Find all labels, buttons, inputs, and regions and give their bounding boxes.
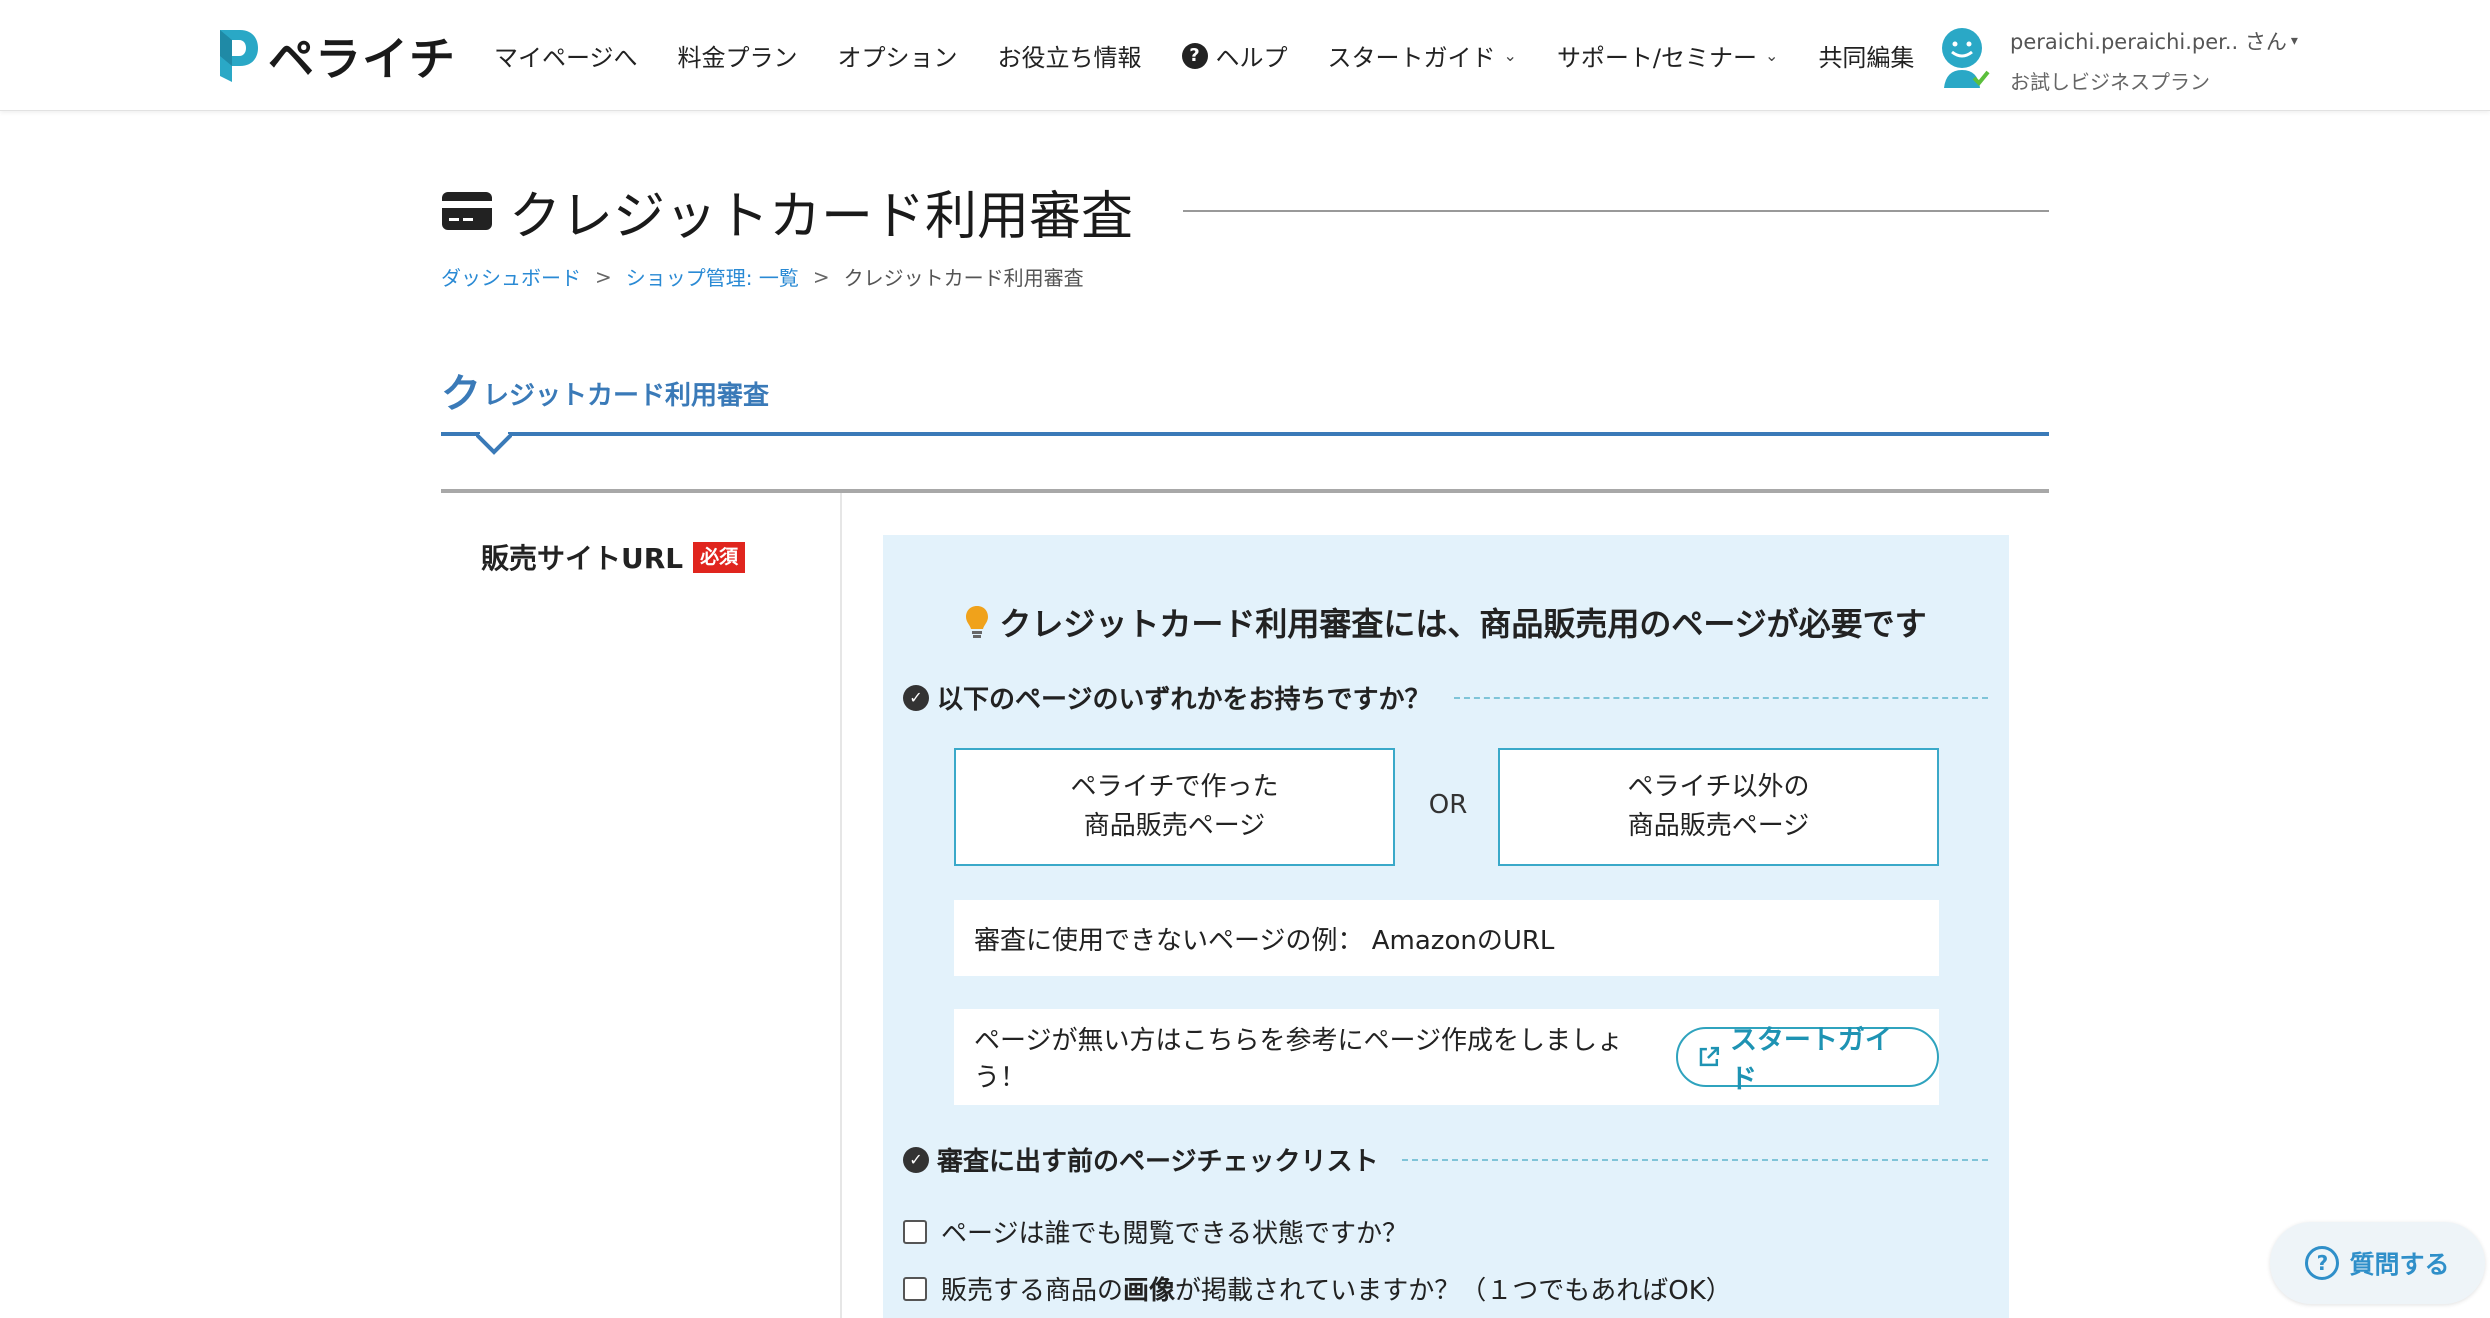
chevron-down-icon: ⌄	[1503, 46, 1517, 65]
check-circle-icon: ✓	[903, 684, 929, 711]
panel-title: クレジットカード利用審査には、商品販売用のページが必要です	[883, 599, 2009, 645]
breadcrumb-dashboard[interactable]: ダッシュボード	[441, 262, 581, 291]
nav-mypage-label: マイページへ	[494, 44, 638, 72]
page-title: クレジットカード利用審査	[509, 186, 1134, 247]
nav-help[interactable]: ? ヘルプ	[1181, 38, 1288, 73]
checkbox-public-page[interactable]	[903, 1219, 927, 1244]
start-guide-button[interactable]: スタートガイド	[1676, 1025, 1939, 1095]
credit-card-icon	[442, 192, 492, 230]
dashed-divider	[1454, 696, 1988, 699]
user-name-text: peraichi.peraichi.per.. さん	[2010, 30, 2287, 54]
nav-mypage[interactable]: マイページへ	[494, 38, 638, 73]
user-avatar-icon	[1942, 28, 1990, 88]
section-heading: ク レジットカード利用審査	[441, 364, 769, 414]
nav-start-guide-label: スタートガイド	[1327, 44, 1496, 72]
ask-question-label: 質問する	[2349, 1250, 2450, 1279]
option-2-line-2: 商品販売ページ	[1627, 811, 1810, 841]
no-page-note: ページが無い方はこちらを参考にページ作成をしましょう！ スタートガイド	[954, 1009, 1939, 1105]
question-2-text: 審査に出す前のページチェックリスト	[937, 1147, 1379, 1177]
avatar	[1936, 26, 1990, 88]
form-label-column: 販売サイトURL 必須	[441, 493, 842, 1318]
breadcrumb-shop-list[interactable]: ショップ管理: 一覧	[626, 262, 799, 291]
nav-start-guide[interactable]: スタートガイド ⌄	[1328, 38, 1517, 73]
checklist-item-1-text: ページは誰でも閲覧できる状態ですか？	[941, 1219, 1408, 1249]
ask-question-button[interactable]: ? 質問する	[2270, 1222, 2485, 1304]
lightbulb-icon	[966, 606, 989, 638]
section-heading-text: レジットカード利用審査	[483, 381, 770, 411]
breadcrumb-current: クレジットカード利用審査	[843, 266, 1084, 290]
nav-pricing[interactable]: 料金プラン	[678, 38, 798, 73]
checklist-item-2-text-b: が掲載されていますか？（１つでもあればOK）	[1175, 1276, 1732, 1306]
check-circle-icon: ✓	[903, 1146, 929, 1173]
checklist-item-2: 販売する商品の 画像 が掲載されていますか？（１つでもあればOK）	[903, 1270, 1732, 1307]
title-divider	[1183, 210, 2049, 212]
nav-support-seminar-label: サポート/セミナー	[1556, 44, 1758, 72]
dashed-divider	[1402, 1158, 1988, 1161]
nav-options[interactable]: オプション	[838, 38, 958, 73]
question-circle-icon: ?	[1181, 42, 1208, 69]
question-row-2: ✓ 審査に出す前のページチェックリスト	[903, 1141, 1988, 1178]
peraichi-logo-mark-icon	[220, 30, 258, 82]
panel-title-text: クレジットカード利用審査には、商品販売用のページが必要です	[999, 605, 1927, 643]
nav-pricing-label: 料金プラン	[677, 44, 798, 72]
option-1-line-1: ペライチで作った	[1070, 772, 1279, 802]
info-panel: クレジットカード利用審査には、商品販売用のページが必要です ✓ 以下のページのい…	[883, 535, 2009, 1318]
checklist-item-2-text-a: 販売する商品の	[941, 1276, 1124, 1306]
user-name: peraichi.peraichi.per.. さん ▾	[2010, 26, 2298, 56]
question-1-text: 以下のページのいずれかをお持ちですか？	[937, 685, 1431, 715]
option-peraichi-page[interactable]: ペライチで作った 商品販売ページ	[954, 748, 1395, 866]
main-nav: マイページへ 料金プラン オプション お役立ち情報 ? ヘルプ スタートガイド …	[494, 0, 1954, 111]
checklist-item-1: ページは誰でも閲覧できる状態ですか？	[903, 1213, 1408, 1250]
sales-site-url-label: 販売サイトURL 必須	[481, 537, 746, 577]
nav-useful-info-label: お役立ち情報	[997, 44, 1142, 72]
question-row-1: ✓ 以下のページのいずれかをお持ちですか？	[903, 679, 1988, 716]
checklist-item-2-text-bold: 画像	[1123, 1276, 1176, 1306]
not-usable-text: 審査に使用できないページの例： AmazonのURL	[974, 925, 1555, 956]
top-header: ペライチ マイページへ 料金プラン オプション お役立ち情報 ? ヘルプ スター…	[0, 0, 2490, 111]
option-other-page[interactable]: ペライチ以外の 商品販売ページ	[1498, 748, 1939, 866]
nav-options-label: オプション	[837, 44, 958, 72]
breadcrumb-separator: >	[812, 264, 830, 289]
nav-co-editing[interactable]: 共同編集	[1818, 38, 1914, 73]
field-label-text: 販売サイトURL	[481, 542, 684, 575]
external-link-icon	[1699, 1046, 1720, 1067]
user-plan: お試しビジネスプラン	[2010, 70, 2210, 94]
nav-co-editing-label: 共同編集	[1818, 44, 1915, 72]
user-info: peraichi.peraichi.per.. さん ▾ お試しビジネスプラン	[2010, 26, 2298, 95]
required-badge: 必須	[693, 541, 746, 573]
or-separator: OR	[1428, 790, 1468, 820]
chevron-down-icon: ⌄	[1765, 46, 1779, 65]
no-page-text: ページが無い方はこちらを参考にページ作成をしましょう！	[974, 1026, 1623, 1093]
section-underline	[441, 432, 2049, 436]
start-guide-label: スタートガイド	[1729, 1025, 1892, 1095]
user-menu[interactable]: peraichi.peraichi.per.. さん ▾ お試しビジネスプラン	[1936, 26, 2298, 95]
option-2-line-1: ペライチ以外の	[1627, 772, 1810, 802]
breadcrumb: ダッシュボード > ショップ管理: 一覧 > クレジットカード利用審査	[441, 262, 1084, 291]
breadcrumb-separator: >	[595, 264, 612, 289]
nav-useful-info[interactable]: お役立ち情報	[998, 38, 1142, 73]
option-1-line-2: 商品販売ページ	[1083, 811, 1266, 841]
peraichi-logo[interactable]: ペライチ	[214, 26, 456, 86]
help-question-icon: ?	[2305, 1246, 2340, 1280]
checkbox-product-image[interactable]	[903, 1276, 927, 1301]
page-title-row: クレジットカード利用審査	[441, 176, 2049, 247]
section-notch-icon	[476, 432, 512, 455]
nav-help-label: ヘルプ	[1215, 44, 1288, 72]
not-usable-note: 審査に使用できないページの例： AmazonのURL	[954, 900, 1939, 976]
caret-down-icon: ▾	[2290, 33, 2298, 49]
section-heading-first-char: ク	[441, 371, 481, 417]
logo-text: ペライチ	[268, 32, 456, 86]
nav-support-seminar[interactable]: サポート/セミナー ⌄	[1557, 38, 1779, 73]
